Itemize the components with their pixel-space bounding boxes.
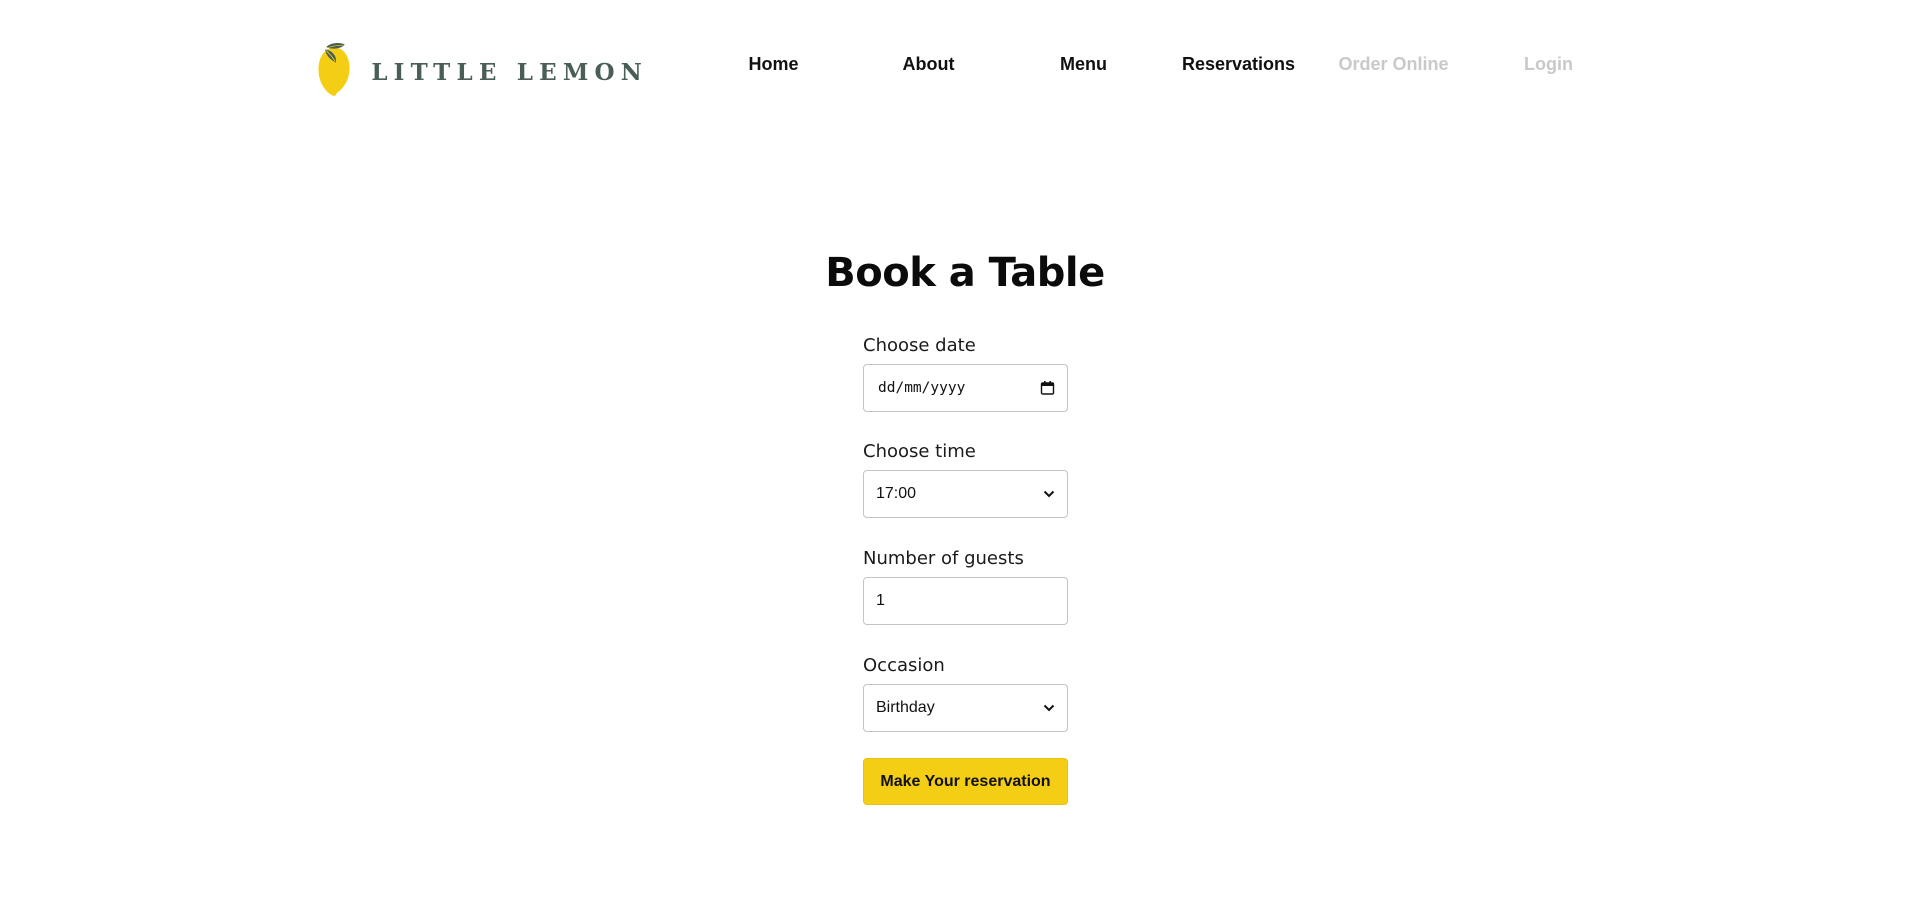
nav-item-about[interactable]: About bbox=[851, 54, 1006, 75]
booking-section: Book a Table Choose date dd/mm/yyyy Choo… bbox=[0, 250, 1920, 805]
date-label: Choose date bbox=[863, 335, 976, 356]
nav-item-reservations[interactable]: Reservations bbox=[1161, 54, 1316, 75]
guests-value: 1 bbox=[876, 592, 885, 609]
logo-link[interactable]: LITTLE LEMON bbox=[318, 22, 648, 116]
nav-item-home[interactable]: Home bbox=[696, 54, 851, 75]
lemon-logo-icon bbox=[318, 43, 350, 96]
nav-item-menu[interactable]: Menu bbox=[1006, 54, 1161, 75]
guests-group: Number of guests 1 bbox=[863, 547, 1073, 625]
occasion-value: Birthday bbox=[876, 699, 935, 716]
main-nav: Home About Menu Reservations Order Onlin… bbox=[696, 22, 1626, 118]
brand-name: LITTLE LEMON bbox=[371, 58, 648, 86]
date-input[interactable]: dd/mm/yyyy bbox=[863, 364, 1068, 412]
time-label: Choose time bbox=[863, 441, 976, 462]
date-group: Choose date dd/mm/yyyy bbox=[863, 334, 1073, 412]
site-header: LITTLE LEMON Home About Menu Reservation… bbox=[318, 22, 1598, 118]
occasion-label: Occasion bbox=[863, 655, 945, 676]
time-select[interactable]: 17:00 bbox=[863, 470, 1068, 518]
guests-label: Number of guests bbox=[863, 548, 1024, 569]
chevron-down-icon bbox=[1043, 704, 1055, 712]
occasion-group: Occasion Birthday bbox=[863, 654, 1073, 732]
booking-form: Choose date dd/mm/yyyy Choose time 17:00 bbox=[863, 334, 1073, 805]
chevron-down-icon bbox=[1043, 490, 1055, 498]
time-group: Choose time 17:00 bbox=[863, 440, 1073, 518]
page: LITTLE LEMON Home About Menu Reservation… bbox=[0, 0, 1920, 902]
nav-item-order-online[interactable]: Order Online bbox=[1316, 54, 1471, 75]
guests-input[interactable]: 1 bbox=[863, 577, 1068, 625]
calendar-icon[interactable] bbox=[1040, 381, 1055, 396]
make-reservation-button[interactable]: Make Your reservation bbox=[863, 758, 1068, 805]
occasion-select[interactable]: Birthday bbox=[863, 684, 1068, 732]
nav-item-login[interactable]: Login bbox=[1471, 54, 1626, 75]
time-value: 17:00 bbox=[876, 485, 917, 502]
date-value: dd/mm/yyyy bbox=[878, 380, 966, 396]
page-title: Book a Table bbox=[825, 250, 1105, 296]
